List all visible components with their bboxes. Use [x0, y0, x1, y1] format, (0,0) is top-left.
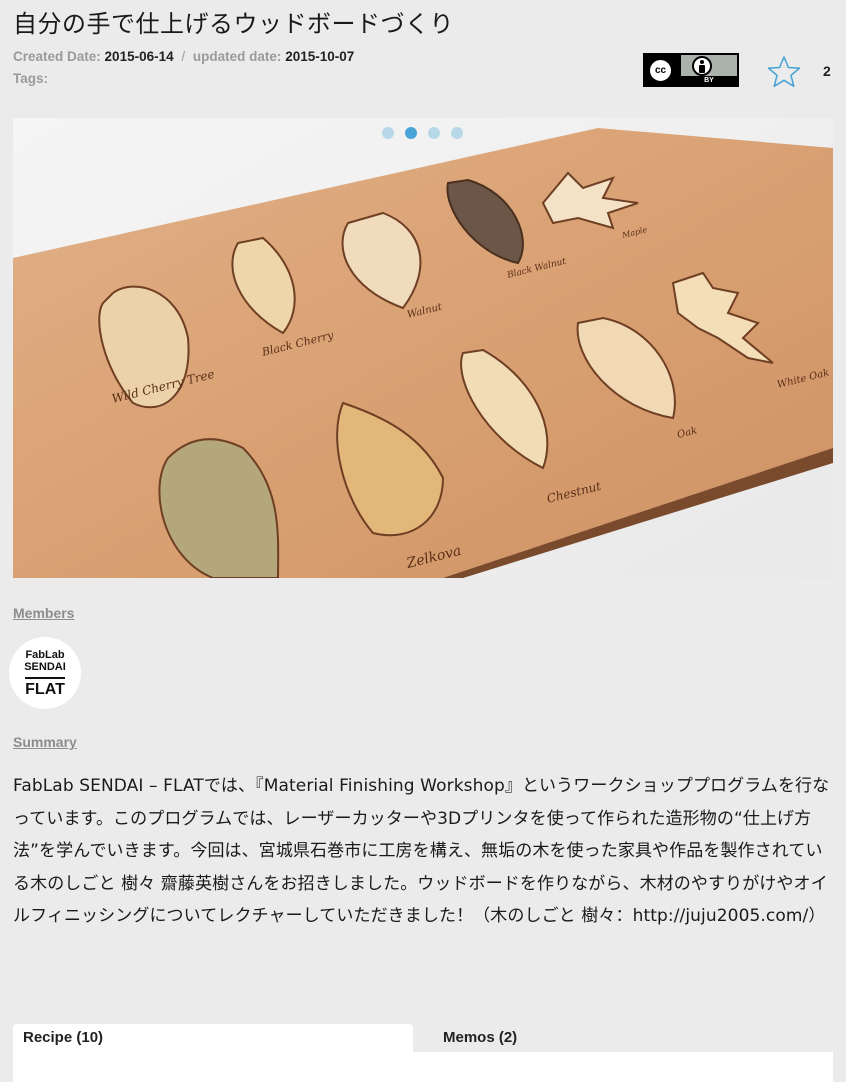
page-title: 自分の手で仕上げるウッドボードづくり: [13, 10, 454, 38]
date-line: Created Date: 2015-06-14 / updated date:…: [13, 46, 354, 68]
tags-line: Tags:: [13, 68, 354, 90]
tab-panel: [13, 1052, 833, 1082]
date-separator: /: [181, 49, 186, 64]
member-avatar-fablab-sendai-flat[interactable]: FabLab SENDAI FLAT: [9, 637, 81, 709]
updated-date-value: 2015-10-07: [285, 49, 355, 64]
post-meta: Created Date: 2015-06-14 / updated date:…: [13, 46, 354, 90]
project-photo[interactable]: Wild Cherry Tree Black Cherry Walnut Bla…: [13, 118, 833, 578]
tab-recipe[interactable]: Recipe (10): [13, 1024, 413, 1054]
updated-date-label: updated date:: [192, 49, 282, 64]
created-date-value: 2015-06-14: [104, 49, 174, 64]
carousel-dot-1[interactable]: [382, 127, 394, 139]
members-heading[interactable]: Members: [13, 605, 74, 621]
content-tabs: Recipe (10) Memos (2): [13, 1024, 833, 1082]
summary-heading[interactable]: Summary: [13, 734, 77, 750]
cc-by-license-badge[interactable]: cc BY: [643, 53, 739, 87]
carousel-dot-3[interactable]: [428, 127, 440, 139]
cc-icon: cc: [648, 58, 673, 83]
carousel-dots: [382, 127, 463, 139]
tab-memos[interactable]: Memos (2): [433, 1024, 633, 1054]
star-outline-icon[interactable]: [767, 55, 801, 89]
by-label: BY: [681, 76, 737, 85]
created-date-label: Created Date:: [13, 49, 101, 64]
avatar-line-2: SENDAI: [24, 661, 66, 673]
summary-text: FabLab SENDAI – FLATでは、『Material Finishi…: [13, 776, 830, 926]
avatar-line-1: FabLab: [25, 649, 65, 661]
avatar-line-3: FLAT: [25, 681, 65, 698]
carousel-dot-2[interactable]: [405, 127, 417, 139]
attribution-icon: [692, 56, 712, 76]
tags-label: Tags:: [13, 71, 49, 86]
carousel-dot-4[interactable]: [451, 127, 463, 139]
favorite-count: 2: [823, 63, 831, 79]
